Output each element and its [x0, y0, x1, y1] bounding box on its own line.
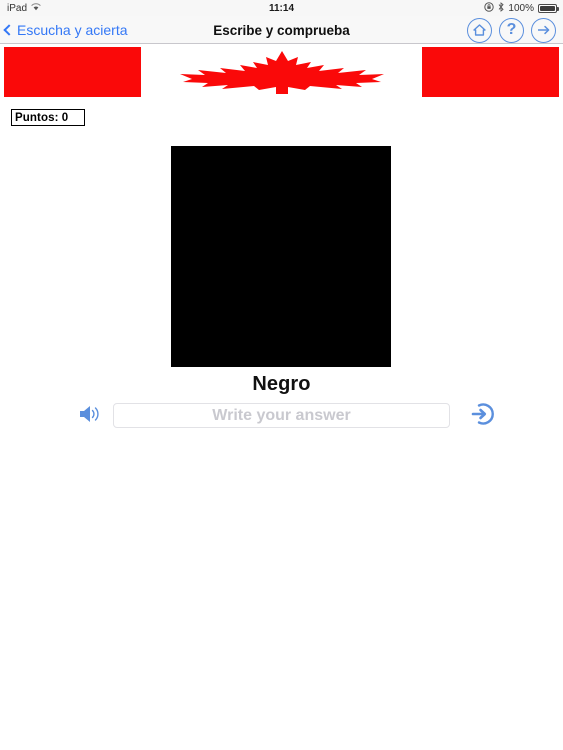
app-root: iPad 11:14 100% Escucha y acierta Escrib… — [0, 0, 563, 750]
nav-actions: ? — [467, 16, 556, 44]
submit-button[interactable] — [469, 401, 497, 432]
status-bar: iPad 11:14 100% — [0, 0, 563, 16]
arrow-into-circle-icon — [470, 401, 496, 432]
question-mark-icon: ? — [506, 21, 517, 38]
help-button[interactable]: ? — [499, 17, 524, 43]
rotation-lock-icon — [484, 1, 495, 15]
flag-red-bar-right — [422, 47, 559, 97]
answer-input[interactable] — [113, 403, 450, 428]
maple-leaf-icon — [176, 49, 388, 95]
navigation-bar: Escucha y acierta Escribe y comprueba ? — [0, 16, 563, 44]
color-swatch — [171, 146, 391, 367]
bluetooth-icon — [498, 1, 505, 15]
battery-percent-label: 100% — [508, 2, 534, 14]
home-button[interactable] — [467, 17, 492, 43]
status-bar-time: 11:14 — [268, 2, 295, 14]
speaker-button[interactable] — [76, 403, 106, 429]
points-display: Puntos: 0 — [11, 109, 85, 126]
home-icon — [472, 23, 487, 37]
flag-red-bar-left — [4, 47, 141, 97]
status-bar-right: 100% — [484, 1, 559, 15]
speaker-icon — [78, 403, 104, 430]
canada-flag-banner: Puntos: 0 — [0, 47, 563, 126]
next-button[interactable] — [531, 17, 556, 43]
points-label: Puntos: 0 — [15, 111, 69, 124]
battery-full-icon — [538, 3, 559, 13]
word-label: Negro — [252, 373, 311, 395]
arrow-right-icon — [536, 23, 552, 37]
